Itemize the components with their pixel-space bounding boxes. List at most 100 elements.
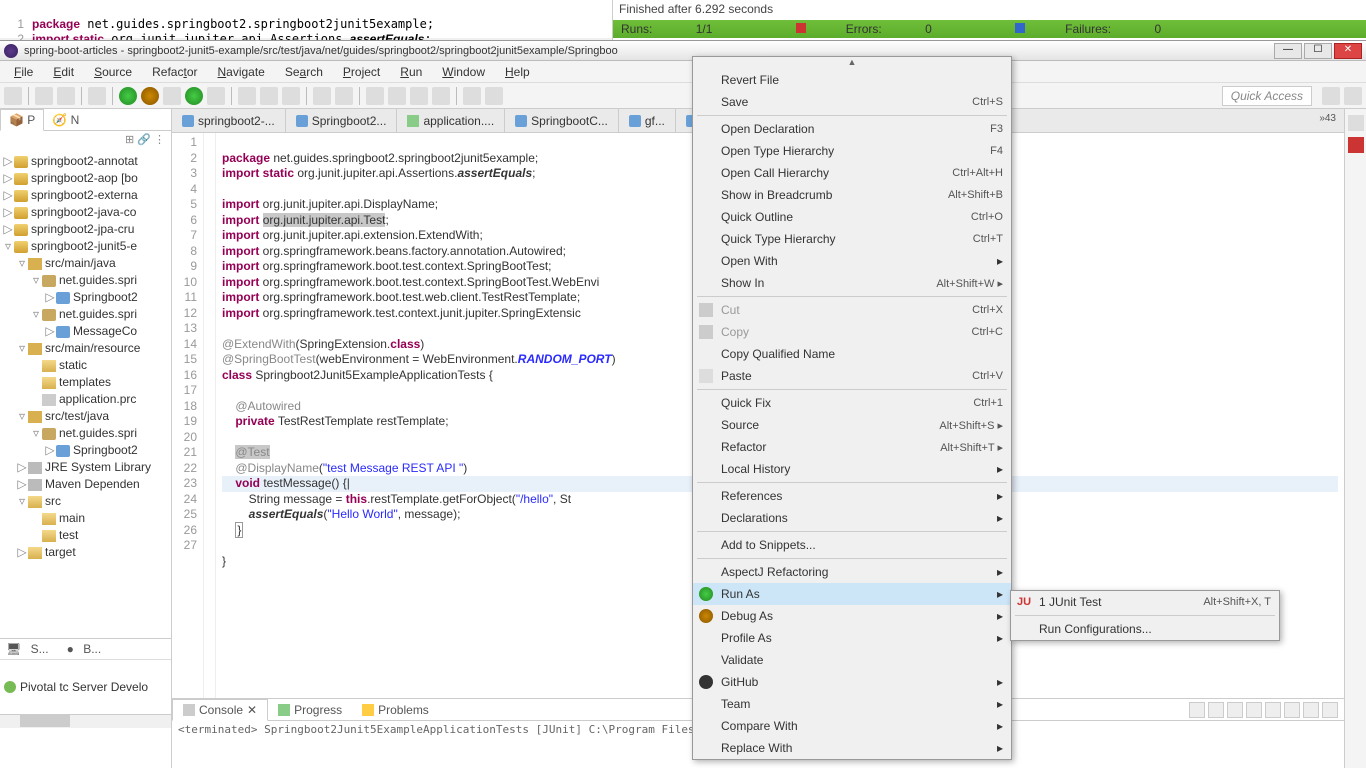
tree-node[interactable]: application.prc — [2, 391, 169, 408]
console-btn[interactable] — [1303, 702, 1319, 718]
sub--junit-test[interactable]: JU1 JUnit TestAlt+Shift+X, T — [1011, 591, 1279, 613]
tab-console[interactable]: Console ✕ — [172, 699, 268, 721]
link-icon[interactable] — [410, 87, 428, 105]
tree-node[interactable]: ▷springboot2-jpa-cru — [2, 221, 169, 238]
ctx-add-to-snippets-[interactable]: Add to Snippets... — [693, 534, 1011, 556]
tree-node[interactable]: static — [2, 357, 169, 374]
task-icon[interactable] — [282, 87, 300, 105]
fwd-icon[interactable] — [485, 87, 503, 105]
menu-refactor[interactable]: Refactor — [144, 63, 205, 81]
tab-progress[interactable]: Progress — [268, 700, 352, 720]
persp-debug-icon[interactable] — [1344, 87, 1362, 105]
editor-tab[interactable]: gf... — [619, 109, 676, 132]
new-package-icon[interactable] — [335, 87, 353, 105]
ctx-source[interactable]: SourceAlt+Shift+S ▸ — [693, 414, 1011, 436]
ctx-run-as[interactable]: Run As▸ — [693, 583, 1011, 605]
tab-navigator[interactable]: 🧭 N — [44, 110, 87, 130]
save-icon[interactable] — [35, 87, 53, 105]
tree-node[interactable]: test — [2, 527, 169, 544]
ctx-validate[interactable]: Validate — [693, 649, 1011, 671]
ctx-debug-as[interactable]: Debug As▸ — [693, 605, 1011, 627]
ctx-quick-outline[interactable]: Quick OutlineCtrl+O — [693, 206, 1011, 228]
close-button[interactable]: ✕ — [1334, 43, 1362, 59]
wand-icon[interactable] — [432, 87, 450, 105]
editor-tab[interactable]: Springboot2... — [286, 109, 398, 132]
tree-node[interactable]: ▷springboot2-aop [bo — [2, 170, 169, 187]
new-class-icon[interactable] — [313, 87, 331, 105]
ctx-aspectj-refactoring[interactable]: AspectJ Refactoring▸ — [693, 561, 1011, 583]
ctx-replace-with[interactable]: Replace With▸ — [693, 737, 1011, 759]
ctx-open-call-hierarchy[interactable]: Open Call HierarchyCtrl+Alt+H — [693, 162, 1011, 184]
menu-file[interactable]: File — [6, 63, 41, 81]
ctx-paste[interactable]: PasteCtrl+V — [693, 365, 1011, 387]
more-tabs[interactable]: »43 — [1311, 109, 1344, 132]
toggle-icon[interactable] — [366, 87, 384, 105]
editor-tab[interactable]: application.... — [397, 109, 505, 132]
tree-node[interactable]: ▷springboot2-externa — [2, 187, 169, 204]
junit-icon[interactable] — [1348, 137, 1364, 153]
ctx-declarations[interactable]: Declarations▸ — [693, 507, 1011, 529]
menu-help[interactable]: Help — [497, 63, 538, 81]
tree-node[interactable]: ▿springboot2-junit5-e — [2, 238, 169, 255]
ctx-show-in-breadcrumb[interactable]: Show in BreadcrumbAlt+Shift+B — [693, 184, 1011, 206]
tree-node[interactable]: ▷Springboot2 — [2, 442, 169, 459]
tree-node[interactable]: templates — [2, 374, 169, 391]
tab-package-explorer[interactable]: 📦 P — [0, 109, 44, 131]
tree-node[interactable]: ▷MessageCo — [2, 323, 169, 340]
tree-node[interactable]: ▿net.guides.spri — [2, 425, 169, 442]
ctx-local-history[interactable]: Local History▸ — [693, 458, 1011, 480]
menu-source[interactable]: Source — [86, 63, 140, 81]
console-btn[interactable] — [1246, 702, 1262, 718]
minimize-button[interactable]: — — [1274, 43, 1302, 59]
tab-problems[interactable]: Problems — [352, 700, 439, 720]
new-icon[interactable] — [4, 87, 22, 105]
menu-edit[interactable]: Edit — [45, 63, 82, 81]
build-icon[interactable] — [88, 87, 106, 105]
run-last-icon[interactable] — [185, 87, 203, 105]
tree-node[interactable]: ▷target — [2, 544, 169, 561]
ctx-compare-with[interactable]: Compare With▸ — [693, 715, 1011, 737]
ctx-revert-file[interactable]: Revert File — [693, 69, 1011, 91]
tree-node[interactable]: ▿net.guides.spri — [2, 272, 169, 289]
console-btn[interactable] — [1265, 702, 1281, 718]
pivotal-server[interactable]: Pivotal tc Server Develo — [0, 660, 171, 714]
tree-node[interactable]: ▿src/main/java — [2, 255, 169, 272]
ctx-refactor[interactable]: RefactorAlt+Shift+T ▸ — [693, 436, 1011, 458]
ctx-show-in[interactable]: Show InAlt+Shift+W ▸ — [693, 272, 1011, 294]
menu-window[interactable]: Window — [434, 63, 493, 81]
tree-node[interactable]: ▷Springboot2 — [2, 289, 169, 306]
ctx-copy[interactable]: CopyCtrl+C — [693, 321, 1011, 343]
menu-navigate[interactable]: Navigate — [209, 63, 272, 81]
tree-node[interactable]: ▿src/test/java — [2, 408, 169, 425]
console-btn[interactable] — [1208, 702, 1224, 718]
back-icon[interactable] — [463, 87, 481, 105]
ctx-save[interactable]: SaveCtrl+S — [693, 91, 1011, 113]
menu-project[interactable]: Project — [335, 63, 388, 81]
ctx-open-declaration[interactable]: Open DeclarationF3 — [693, 118, 1011, 140]
console-btn[interactable] — [1322, 702, 1338, 718]
tree-node[interactable]: ▿net.guides.spri — [2, 306, 169, 323]
tree-node[interactable]: ▷springboot2-java-co — [2, 204, 169, 221]
search-icon[interactable] — [260, 87, 278, 105]
tab-boot[interactable]: ● B... — [61, 639, 114, 659]
tree-node[interactable]: ▷Maven Dependen — [2, 476, 169, 493]
project-tree[interactable]: ▷springboot2-annotat▷springboot2-aop [bo… — [0, 151, 171, 638]
debug-icon[interactable] — [141, 87, 159, 105]
coverage-icon[interactable] — [163, 87, 181, 105]
ctx-profile-as[interactable]: Profile As▸ — [693, 627, 1011, 649]
saveall-icon[interactable] — [57, 87, 75, 105]
console-btn[interactable] — [1189, 702, 1205, 718]
tree-node[interactable]: ▿src — [2, 493, 169, 510]
menu-search[interactable]: Search — [277, 63, 331, 81]
console-btn[interactable] — [1284, 702, 1300, 718]
quick-access[interactable]: Quick Access — [1222, 86, 1312, 106]
ctx-copy-qualified-name[interactable]: Copy Qualified Name — [693, 343, 1011, 365]
editor-tab[interactable]: springboot2-... — [172, 109, 286, 132]
fold-column[interactable] — [204, 133, 216, 698]
ctx-open-type-hierarchy[interactable]: Open Type HierarchyF4 — [693, 140, 1011, 162]
tree-node[interactable]: ▷JRE System Library — [2, 459, 169, 476]
open-type-icon[interactable] — [238, 87, 256, 105]
h-scrollbar[interactable] — [0, 714, 171, 728]
outline-icon[interactable] — [1348, 115, 1364, 131]
ctx-references[interactable]: References▸ — [693, 485, 1011, 507]
